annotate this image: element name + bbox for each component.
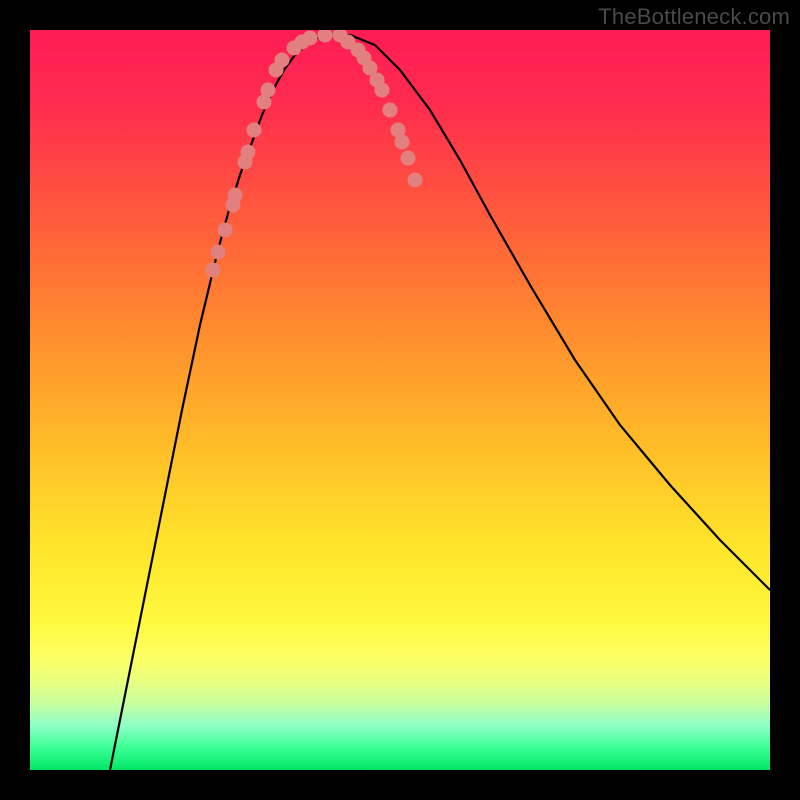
highlight-dot	[206, 263, 221, 278]
bottleneck-curve	[110, 35, 770, 770]
highlight-dot	[401, 151, 416, 166]
highlight-dot	[318, 30, 333, 43]
plot-area	[30, 30, 770, 770]
highlight-dot	[383, 103, 398, 118]
highlight-dot	[211, 245, 226, 260]
highlight-dot	[303, 31, 318, 46]
highlight-dots-group	[206, 30, 423, 278]
highlight-dot	[275, 53, 290, 68]
chart-frame: TheBottleneck.com	[0, 0, 800, 800]
chart-svg-overlay	[30, 30, 770, 770]
highlight-dot	[218, 223, 233, 238]
highlight-dot	[395, 135, 410, 150]
highlight-dot	[241, 145, 256, 160]
highlight-dot	[261, 83, 276, 98]
watermark-text: TheBottleneck.com	[598, 4, 790, 30]
highlight-dot	[408, 173, 423, 188]
highlight-dot	[375, 83, 390, 98]
highlight-dot	[228, 188, 243, 203]
highlight-dot	[247, 123, 262, 138]
